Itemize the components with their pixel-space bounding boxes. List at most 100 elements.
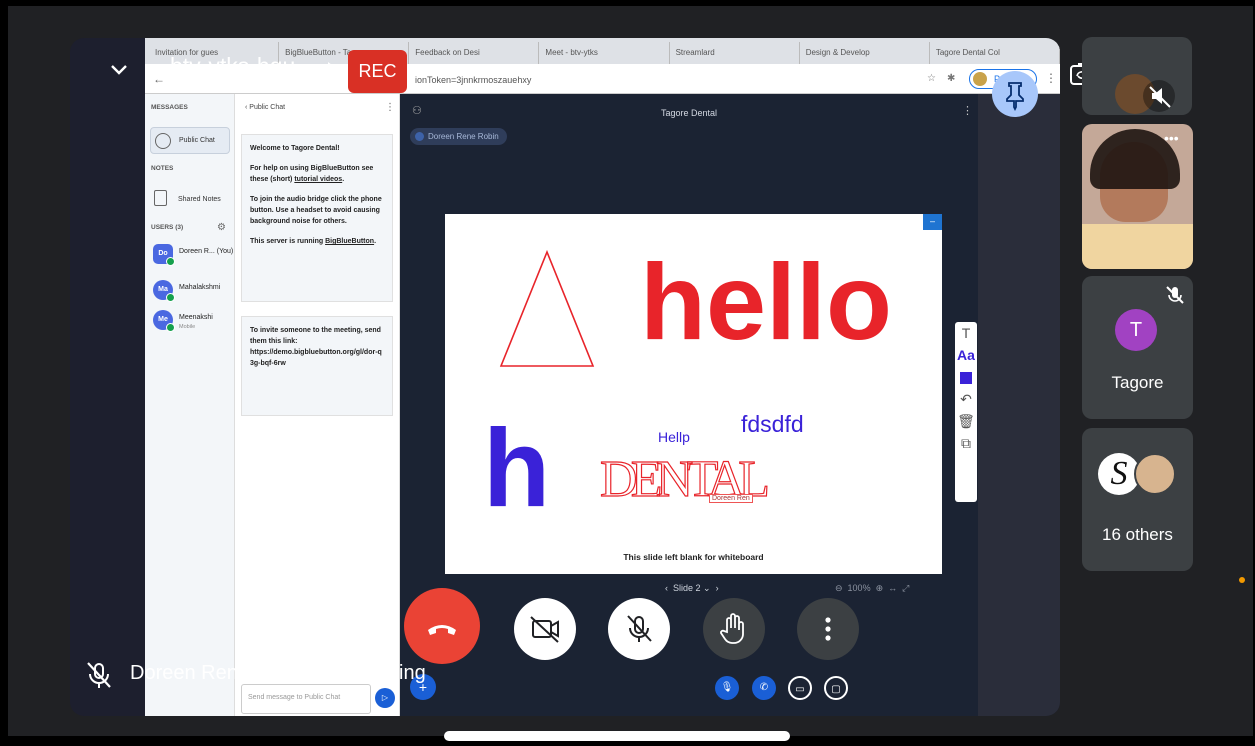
participant-name: Tagore xyxy=(1111,373,1164,392)
gear-icon[interactable]: ⚙ xyxy=(217,222,226,233)
audio-text: To join the audio bridge click the phone… xyxy=(250,196,382,225)
text-tool-icon[interactable]: T xyxy=(955,322,977,344)
notes-heading: NOTES xyxy=(151,165,174,172)
camera-toggle-button[interactable] xyxy=(514,598,576,660)
participant-tile-tagore[interactable]: T Tagore xyxy=(1082,276,1193,419)
url-text[interactable]: ionToken=3jnnkrmoszauehxy xyxy=(415,75,531,85)
chat-options-icon[interactable]: ⋮ xyxy=(385,102,395,113)
user-row[interactable]: Ma Mahalakshmi xyxy=(153,280,235,306)
participant-clothes xyxy=(1082,224,1193,269)
invite-link[interactable]: https://demo.bigbluebutton.org/gl/dor-q3… xyxy=(250,347,384,369)
chat-header-label: Public Chat xyxy=(249,104,286,111)
zoom-level: 100% xyxy=(847,583,871,593)
invite-text: To invite someone to the meeting, send t… xyxy=(250,327,381,345)
h-ink: h xyxy=(483,407,550,530)
user-row[interactable]: Me Meenakshi Mobile xyxy=(153,310,235,336)
mic-toggle-button[interactable] xyxy=(608,598,670,660)
participant-video-tile[interactable]: ••• xyxy=(1082,124,1193,269)
self-view-tile[interactable] xyxy=(1082,37,1192,115)
profile-avatar xyxy=(973,72,987,86)
users-heading: USERS (3) xyxy=(151,224,184,231)
more-options-icon[interactable]: ••• xyxy=(1164,130,1179,146)
triangle-shape xyxy=(499,249,595,367)
screen: Invitation for gues BigBlueButton - Ta F… xyxy=(0,0,1255,746)
hand-icon xyxy=(720,613,744,644)
font-size-icon[interactable]: Aa xyxy=(955,344,977,366)
end-call-button[interactable] xyxy=(404,588,480,664)
presenter-chip: Doreen Rene Robin xyxy=(410,128,507,145)
chat-input[interactable]: Send message to Public Chat xyxy=(241,684,371,714)
hang-up-icon xyxy=(428,625,456,635)
home-indicator[interactable] xyxy=(444,731,790,741)
user-name: Mahalakshmi xyxy=(179,284,221,291)
meeting-title: Tagore Dental xyxy=(660,108,718,118)
bbb-right-strip xyxy=(978,94,1060,716)
activity-dot xyxy=(1239,577,1245,583)
meeting-code[interactable]: btv-ytks-hqu xyxy=(170,53,295,80)
multiuser-icon[interactable]: ⧉ xyxy=(955,432,977,454)
camera-off-icon xyxy=(530,616,559,643)
tutorial-link[interactable]: tutorial videos xyxy=(294,176,342,183)
bbb-screenshare-button[interactable]: ▢ xyxy=(824,676,848,700)
user-name: Doreen R... (You) xyxy=(179,248,234,255)
hellp-text: Hellp xyxy=(658,429,690,445)
browser-tab[interactable]: Tagore Dental Col xyxy=(931,42,1060,64)
user-device: Mobile xyxy=(179,324,196,330)
avatar xyxy=(1134,453,1176,495)
chat-icon xyxy=(155,133,171,149)
kebab-icon xyxy=(825,617,831,641)
help-text: For help on using BigBlueButton see thes… xyxy=(250,165,374,183)
whiteboard-slide[interactable]: – hello h DENTAL Hellp fdsdfd Doreen Ren… xyxy=(445,214,942,574)
raise-hand-button[interactable] xyxy=(703,598,765,660)
status-dot xyxy=(166,257,175,266)
bbb-link[interactable]: BigBlueButton xyxy=(325,238,374,245)
mic-off-icon xyxy=(1166,286,1184,304)
options-icon[interactable]: ⋮ xyxy=(962,104,973,117)
undo-icon[interactable]: ↶ xyxy=(955,388,977,410)
others-tile[interactable]: S 16 others xyxy=(1082,428,1193,571)
hello-ink: hello xyxy=(640,241,892,362)
star-icon[interactable]: ☆ xyxy=(927,73,936,84)
public-chat-panel: ‹ Public Chat ⋮ Welcome to Tagore Dental… xyxy=(235,94,400,716)
color-picker-icon[interactable] xyxy=(955,366,977,388)
status-dot xyxy=(166,293,175,302)
browser-menu-icon[interactable]: ⋮ xyxy=(1045,71,1057,85)
browser-tab[interactable]: Feedback on Desi xyxy=(411,42,540,64)
bbb-sidebar: MESSAGES Public Chat NOTES Shared Notes … xyxy=(145,94,235,716)
pin-button[interactable] xyxy=(992,71,1038,117)
avatar: T xyxy=(1115,309,1157,351)
back-icon[interactable]: ← xyxy=(153,72,165,86)
status-dot xyxy=(166,323,175,332)
send-icon[interactable]: ▷ xyxy=(375,688,395,708)
chat-header[interactable]: ‹ Public Chat xyxy=(245,104,285,111)
invite-message: To invite someone to the meeting, send t… xyxy=(241,316,393,416)
presenter-cursor-tag: Doreen Ren xyxy=(709,494,753,503)
chevron-down-icon[interactable] xyxy=(108,58,130,80)
fdsdfd-text: fdsdfd xyxy=(741,411,804,437)
more-options-button[interactable] xyxy=(797,598,859,660)
slide-footer: This slide left blank for whiteboard xyxy=(623,552,764,562)
welcome-title: Welcome to Tagore Dental! xyxy=(250,145,340,152)
browser-tab[interactable]: Meet - btv-ytks xyxy=(541,42,670,64)
public-chat-button[interactable]: Public Chat xyxy=(150,127,230,154)
rec-badge[interactable]: REC xyxy=(348,50,407,93)
mic-off-icon xyxy=(87,662,111,688)
play-icon xyxy=(328,62,336,74)
browser-tab[interactable]: Design & Develop xyxy=(801,42,930,64)
bbb-video-button[interactable]: ▭ xyxy=(788,676,812,700)
clear-icon[interactable]: 🗑 xyxy=(955,410,977,432)
zoom-controls[interactable]: ⊖ 100% ⊕ ↔ ⤢ xyxy=(835,583,909,594)
mic-off-icon xyxy=(627,615,652,642)
bbb-mic-button[interactable]: 🎙 xyxy=(715,676,739,700)
slide-selector[interactable]: ‹ Slide 2 ⌄ › xyxy=(665,583,719,594)
presentation-area: ⚇ Tagore Dental ⋮ Doreen Rene Robin – he… xyxy=(400,94,978,716)
extension-icon[interactable]: ✱ xyxy=(947,73,955,84)
public-chat-label: Public Chat xyxy=(179,137,215,144)
slide-label: Slide 2 xyxy=(673,583,701,593)
browser-tab[interactable]: Streamlard xyxy=(671,42,800,64)
shared-notes-button[interactable]: Shared Notes xyxy=(150,186,230,213)
server-prefix: This server is running xyxy=(250,238,326,245)
user-row[interactable]: Do Doreen R... (You) xyxy=(153,244,235,270)
bbb-phone-button[interactable]: ✆ xyxy=(752,676,776,700)
presenting-banner: Doreen Rene Robin is presenting xyxy=(130,662,426,684)
